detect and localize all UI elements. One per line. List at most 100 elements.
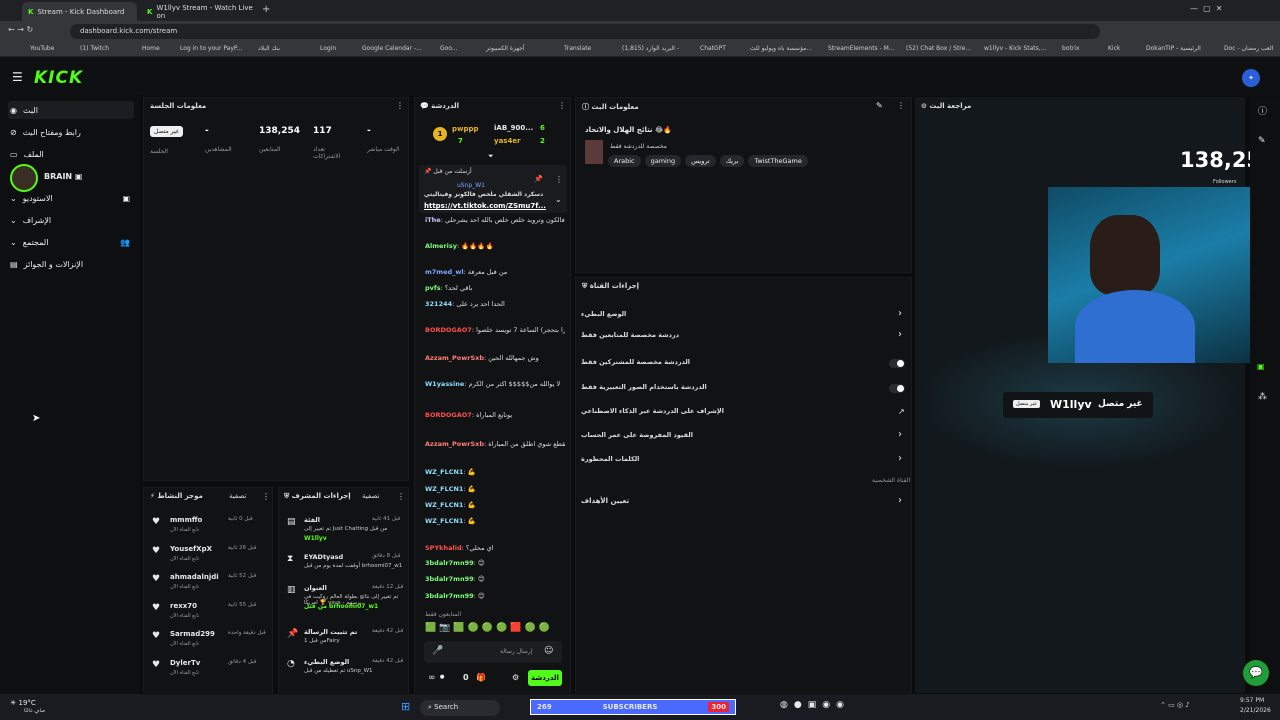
activity-user[interactable]: ahmadalnjdi (170, 573, 219, 581)
sidebar-item-drops[interactable]: ▤ الإنزالات و الجوائز (8, 255, 134, 273)
chat-username[interactable]: BORDOGAO7 (425, 411, 472, 419)
windows-start-icon[interactable]: ⊞ (401, 700, 410, 713)
gift-icon[interactable]: 🎁 (476, 673, 486, 682)
chat-username[interactable]: pvfs (425, 284, 441, 292)
browser-tab-active[interactable]: K Stream - Kick Dashboard (22, 2, 137, 21)
more-icon[interactable]: ⋮ (397, 492, 405, 501)
sidebar-item-moderation[interactable]: ⌄ الإشراف (8, 211, 134, 229)
chat-username[interactable]: Azzam_PowrSxb (425, 440, 484, 448)
channel-action-label[interactable]: الوضع البطيء (581, 310, 626, 318)
chevron-right-icon[interactable]: › (898, 308, 902, 319)
bookmark-item[interactable]: أجهزة الكمبيوتر (486, 45, 524, 52)
stream-tag[interactable]: TwistTheGame (748, 155, 808, 167)
chat-username[interactable]: 3bdalr7mn99 (425, 592, 474, 600)
stream-tag[interactable]: gaming (644, 155, 682, 167)
chat-message[interactable]: WZ_FLCN1: 💪 (425, 485, 565, 493)
sidebar-item-profile[interactable]: ▭ الملف (8, 145, 134, 163)
chat-message[interactable]: W1yassine: لا يوالله من$$$$$ اكثر من الك… (425, 380, 565, 388)
bookmark-item[interactable]: w1llyv - Kick Stats,... (984, 45, 1046, 52)
mod-filter-button[interactable]: تصفية (362, 492, 379, 500)
taskbar-search[interactable]: ⌕ Search (420, 700, 500, 716)
chevron-right-icon[interactable]: › (898, 329, 902, 340)
bookmark-item[interactable]: Goo... (440, 45, 458, 52)
chat-message[interactable]: SPYkhalid: اي محلي؟ (425, 544, 565, 552)
menu-icon[interactable]: ☰ (12, 70, 23, 84)
chat-username[interactable]: Almerisy (425, 242, 457, 250)
channel-action-label[interactable]: القيود المفروضة على عمر الحساب (581, 431, 693, 439)
chevron-down-icon[interactable]: ⏷ (488, 152, 494, 161)
bookmark-item[interactable]: Home (142, 45, 160, 52)
browser-tab[interactable]: K W1llyv Stream - Watch Live on (141, 2, 259, 21)
chat-message[interactable]: BORDOGAO7: فالكون خسروا 2-4 (بكرا بتحجر)… (425, 326, 565, 334)
chat-input[interactable] (424, 641, 562, 663)
pencil-icon[interactable]: ✎ (876, 101, 883, 110)
stream-tag[interactable]: Arabic (608, 155, 641, 167)
chat-username[interactable]: Azzam_PowrSxb (425, 354, 484, 362)
mic-icon[interactable]: 🎤 (432, 646, 443, 656)
sidebar-item-stream-key[interactable]: ⊘ رابط ومفتاح البث (8, 123, 134, 141)
bookmark-item[interactable]: Kick (1108, 45, 1120, 52)
chat-username[interactable]: WZ_FLCN1 (425, 517, 463, 525)
bookmark-item[interactable]: ChatGPT (700, 45, 726, 52)
stream-tag[interactable]: ترويس (685, 155, 716, 167)
pencil-icon[interactable]: ✎ (1258, 136, 1266, 146)
new-tab-icon[interactable]: + (262, 4, 270, 15)
channel-action-label[interactable]: الدردشة باستخدام الصور التعبيرية فقط (581, 383, 707, 391)
bookmark-item[interactable]: botrix (1062, 45, 1080, 52)
chat-message[interactable]: Almerisy: 🔥🔥🔥🔥 (425, 242, 565, 250)
sidebar-item-stream[interactable]: ◉ البث (8, 101, 134, 119)
chat-username[interactable]: 3bdalr7mn99 (425, 559, 474, 567)
back-icon[interactable]: ← → ↻ (8, 25, 33, 34)
leader-name[interactable]: iAB_900... (494, 124, 533, 132)
chat-message[interactable]: WZ_FLCN1: 💪 (425, 501, 565, 509)
more-icon[interactable]: ⋮ (396, 101, 404, 110)
sidebar-item-studio[interactable]: ⌄ الاستوديو ▣ (8, 189, 134, 207)
address-bar[interactable]: dashboard.kick.com/stream (70, 24, 1100, 39)
chevron-right-icon[interactable]: › (898, 453, 902, 464)
bookmark-item[interactable]: بنك البلاد (258, 45, 280, 52)
info-icon[interactable]: ⓘ (1258, 104, 1267, 117)
more-icon[interactable]: ⋮ (897, 101, 905, 110)
brain-label[interactable]: BRAIN ▣ (44, 172, 82, 181)
bookmark-item[interactable]: (1) Twitch (80, 45, 109, 52)
leader-name[interactable]: pwppp (452, 125, 479, 133)
mod-action-user[interactable]: من قبل brhoomi07_w1 (304, 603, 378, 610)
activity-user[interactable]: rexx70 (170, 602, 197, 610)
activity-user[interactable]: YousefXpX (170, 545, 212, 553)
bookmark-item[interactable]: مؤسسة باه ويوليو للث... (750, 45, 812, 52)
bookmark-item[interactable]: (1,815) البريد الوارد - (622, 45, 679, 52)
chat-message[interactable]: iThe: خسران على فالكون وترويد خلص خلص با… (425, 216, 565, 224)
chat-message[interactable]: pvfs: باقي لحد؟ (425, 284, 565, 292)
brain-avatar[interactable] (10, 164, 38, 192)
channel-action-label[interactable]: الدردشة مخصصة للمشتركين فقط (581, 358, 690, 366)
bookmark-item[interactable]: Doc - العب رمضان (1224, 45, 1273, 52)
bookmark-item[interactable]: Translate (564, 45, 591, 52)
sidebar-item-community[interactable]: ⌄ المجتمع 👥 (8, 233, 134, 251)
chat-message[interactable]: WZ_FLCN1: 💪 (425, 517, 565, 525)
pinned-link[interactable]: https://vt.tiktok.com/ZSmu7f... (424, 202, 546, 210)
more-icon[interactable]: ⋮ (558, 101, 566, 110)
bookmark-item[interactable]: YouTube (30, 45, 54, 52)
chat-message[interactable]: BORDOGAO7: يونايع المباراة (425, 411, 565, 419)
chat-message[interactable]: m7med_wl: من قبل معرفة (425, 268, 565, 276)
leader-name[interactable]: yas4er (494, 137, 521, 145)
chat-username[interactable]: SPYkhalid (425, 544, 462, 552)
toggle-switch[interactable] (889, 384, 905, 393)
mod-action-user[interactable]: W1llyv (304, 535, 327, 542)
taskbar-apps[interactable]: ◍●▣◉◉ (780, 700, 850, 710)
kick-logo[interactable]: KICK (34, 68, 83, 88)
chat-username[interactable]: WZ_FLCN1 (425, 485, 463, 493)
more-icon[interactable]: ⋮ (555, 175, 563, 184)
chat-message[interactable]: Azzam_PowrSxb: ليش تشوف مقطع شوي اطلق من… (425, 440, 565, 448)
chat-username[interactable]: m7med_wl (425, 268, 464, 276)
stream-tag[interactable]: بريك (719, 155, 745, 167)
chat-username[interactable]: iThe (425, 216, 441, 224)
chat-username[interactable]: WZ_FLCN1 (425, 468, 463, 476)
bookmark-item[interactable]: Login (320, 45, 336, 52)
chat-username[interactable]: 3bdalr7mn99 (425, 575, 474, 583)
chat-send-button[interactable]: الدردشة (528, 670, 562, 686)
activity-user[interactable]: DylerTv (170, 659, 200, 667)
chat-message[interactable]: WZ_FLCN1: 💪 (425, 468, 565, 476)
chevron-right-icon[interactable]: › (898, 429, 902, 440)
activity-user[interactable]: mmmffo (170, 516, 202, 524)
